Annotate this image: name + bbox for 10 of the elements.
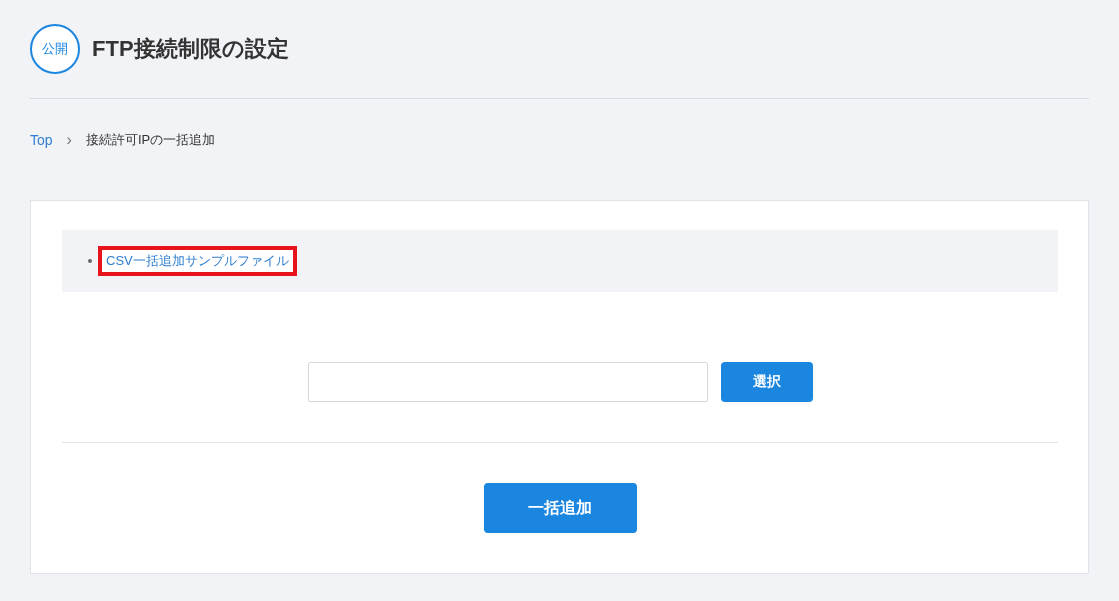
public-badge: 公開: [30, 24, 80, 74]
breadcrumb-current: 接続許可IPの一括追加: [85, 131, 216, 149]
sample-file-link[interactable]: CSV一括追加サンプルファイル: [98, 246, 297, 276]
breadcrumb-link[interactable]: Top: [30, 132, 53, 148]
select-button[interactable]: 選択: [720, 362, 813, 402]
bulk-add-button[interactable]: 一括追加: [483, 483, 637, 533]
page-title: FTP接続制限の設定: [92, 35, 289, 63]
breadcrumb-separator: ›: [66, 131, 72, 149]
file-path-field[interactable]: [307, 362, 708, 402]
bullet-icon: [88, 259, 92, 263]
